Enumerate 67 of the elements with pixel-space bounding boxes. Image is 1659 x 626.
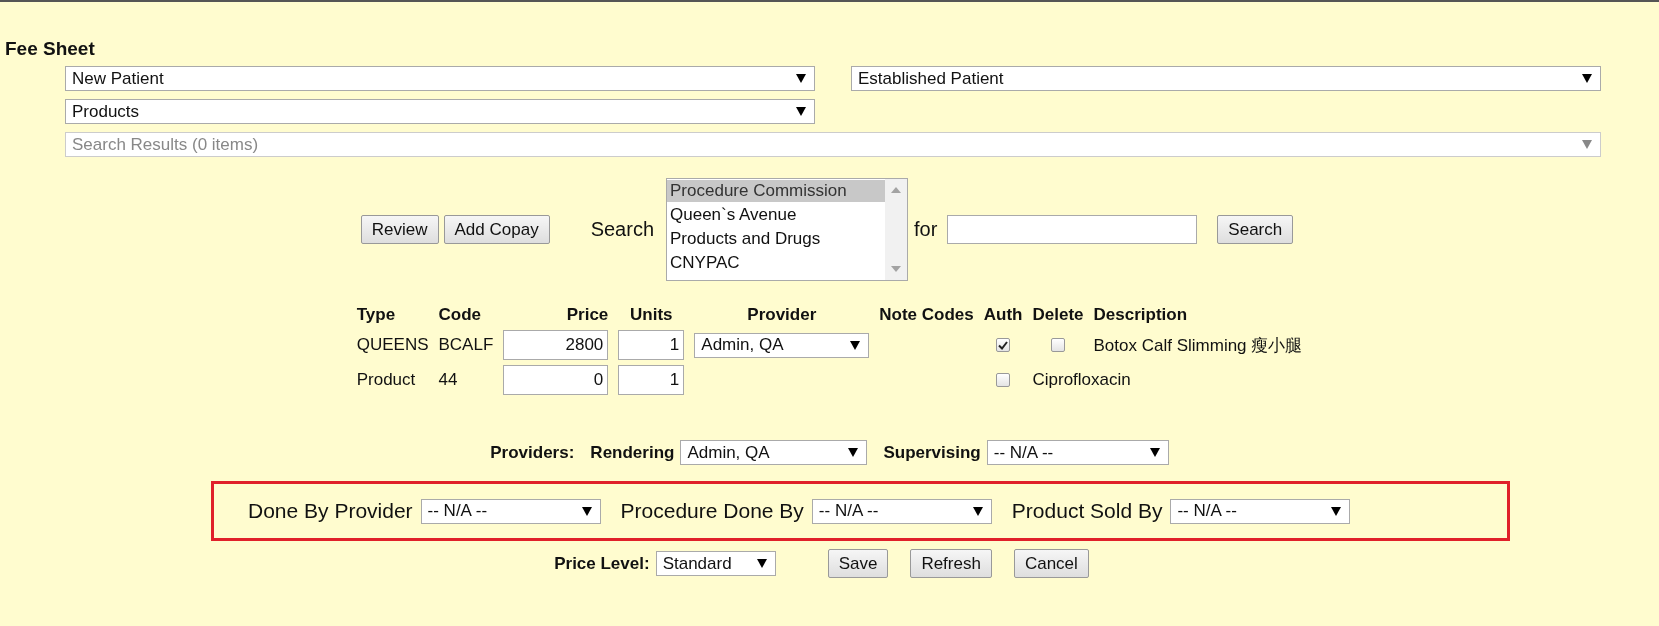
column-header: Type: [356, 305, 396, 324]
supervising-select[interactable]: -- N/A --: [986, 440, 1169, 465]
search-button[interactable]: Search: [1217, 215, 1294, 244]
caret-icon: [796, 107, 806, 116]
price-level-select[interactable]: Standard: [655, 551, 776, 576]
caret-icon: [1582, 140, 1592, 149]
provider-select[interactable]: -- N/A --: [420, 498, 601, 524]
field-label: Done By Provider: [248, 499, 413, 523]
price-level-label: Price Level:: [554, 553, 650, 574]
table-cell: 44: [438, 370, 458, 389]
caret-icon: [848, 448, 859, 457]
search-label: Search: [590, 218, 654, 241]
caret-icon: [1331, 506, 1342, 516]
column-header: Price: [566, 305, 609, 324]
column-header: Units: [630, 305, 673, 324]
column-header: Provider: [747, 305, 817, 324]
action-button[interactable]: Add Copay: [443, 215, 550, 244]
column-header: Note Codes: [879, 305, 974, 324]
table-cell: Product: [356, 370, 416, 389]
field-label: Product Sold By: [1011, 499, 1163, 523]
listbox-option[interactable]: CNYPAC: [667, 252, 885, 274]
caret-icon: [972, 506, 983, 516]
providers-label: Providers:: [490, 442, 575, 463]
rendering-label: Rendering: [590, 442, 675, 463]
category-select[interactable]: Established Patient: [851, 66, 1601, 91]
category-select[interactable]: Products: [65, 99, 815, 124]
caret-icon: [1149, 448, 1160, 457]
column-header: Delete: [1032, 305, 1084, 324]
supervising-label: Supervising: [883, 442, 981, 463]
price-field[interactable]: 2800: [503, 330, 609, 360]
caret-icon: [850, 340, 861, 350]
table-cell: Ciprofloxacin: [1032, 370, 1131, 389]
table-cell: BCALF: [438, 335, 494, 354]
listbox-option[interactable]: Queen`s Avenue: [667, 204, 885, 226]
page-title: Fee Sheet: [5, 38, 96, 60]
caret-icon: [796, 74, 806, 83]
table-cell: QUEENS: [356, 335, 429, 354]
field-label: Procedure Done By: [620, 499, 804, 523]
category-listbox[interactable]: Procedure Commission Queen`s Avenue Products and Drugs CNYPAC: [666, 178, 908, 281]
units-field[interactable]: 1: [618, 330, 685, 360]
provider-select[interactable]: Admin, QA: [694, 332, 870, 358]
action-button[interactable]: Review: [360, 215, 439, 244]
form-button[interactable]: Cancel: [1013, 549, 1089, 578]
provider-select[interactable]: -- N/A --: [811, 498, 992, 524]
rendering-select[interactable]: Admin, QA: [680, 440, 868, 465]
search-field[interactable]: [947, 215, 1198, 244]
for-label: for: [914, 218, 938, 241]
checkbox[interactable]: [996, 373, 1011, 387]
form-button[interactable]: Refresh: [910, 549, 992, 578]
units-field[interactable]: 1: [618, 365, 685, 395]
column-header: Code: [438, 305, 481, 324]
provider-select[interactable]: -- N/A --: [1170, 498, 1351, 524]
scroll-down-icon[interactable]: [891, 266, 901, 272]
checkbox[interactable]: [996, 338, 1011, 352]
listbox-option[interactable]: Procedure Commission: [667, 180, 885, 202]
price-field[interactable]: 0: [503, 365, 609, 395]
caret-icon: [581, 506, 592, 516]
table-cell: Botox Calf Slimming 瘦小腿: [1093, 335, 1303, 355]
form-button[interactable]: Save: [827, 549, 889, 578]
category-select[interactable]: New Patient: [65, 66, 815, 91]
checkbox[interactable]: [1051, 338, 1065, 352]
column-header: Description: [1093, 305, 1188, 324]
scroll-up-icon[interactable]: [891, 187, 901, 193]
caret-icon: [1582, 74, 1592, 83]
listbox-option[interactable]: Products and Drugs: [667, 228, 885, 250]
column-header: Auth: [983, 305, 1023, 324]
caret-icon: [756, 559, 767, 568]
